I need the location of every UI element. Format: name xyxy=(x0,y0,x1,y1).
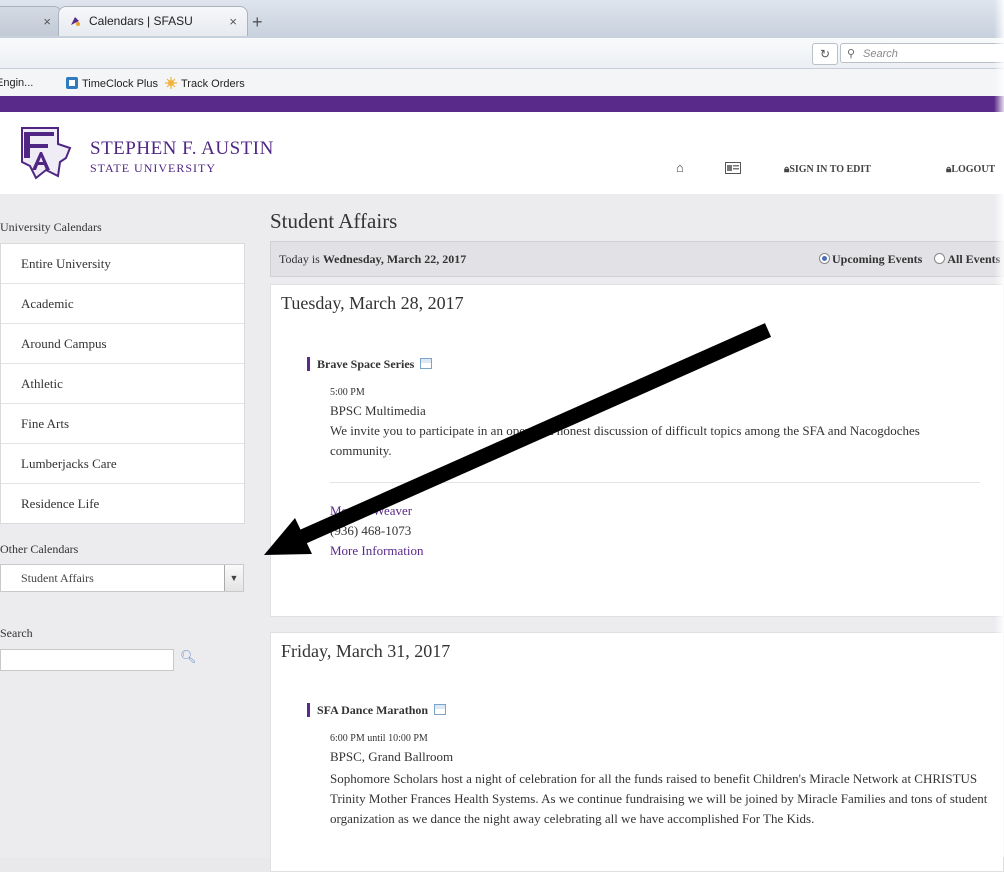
event-title-link[interactable]: Brave Space Series xyxy=(306,357,433,372)
sidebar-item-lumberjacks-care[interactable]: Lumberjacks Care xyxy=(1,444,244,484)
today-bar: Today is Wednesday, March 22, 2017 Upcom… xyxy=(270,241,1004,277)
filter-all-option[interactable]: All Events xyxy=(934,252,1000,266)
active-tab[interactable]: Calendars | SFASU × xyxy=(58,6,248,36)
more-information-link[interactable]: More Information xyxy=(330,543,424,559)
close-tab-icon[interactable]: × xyxy=(43,14,51,29)
event-title: Brave Space Series xyxy=(317,357,415,371)
event-filter: Upcoming Events All Events xyxy=(819,242,1000,276)
divider xyxy=(330,482,980,483)
event-description: We invite you to participate in an open … xyxy=(330,423,920,458)
other-calendars-heading: Other Calendars xyxy=(0,542,79,556)
event-date-heading: Tuesday, March 28, 2017 xyxy=(281,293,464,313)
event-date-heading: Friday, March 31, 2017 xyxy=(281,641,451,661)
main-content: Student Affairs Today is Wednesday, Marc… xyxy=(262,194,1004,872)
bookmark-label: TimeClock Plus xyxy=(82,78,158,90)
sidebar-item-around-campus[interactable]: Around Campus xyxy=(1,324,244,364)
filter-upcoming-option[interactable]: Upcoming Events xyxy=(819,252,922,266)
university-wordmark[interactable]: STEPHEN F. AUSTIN STATE UNIVERSITY xyxy=(90,138,274,176)
home-icon[interactable]: ⌂ xyxy=(676,160,684,176)
sidebar-item-fine-arts[interactable]: Fine Arts xyxy=(1,404,244,444)
star-burst-icon xyxy=(165,77,177,89)
event-day-card: Friday, March 31, 2017 SFA Dance Maratho… xyxy=(270,632,1004,872)
site-purple-bar xyxy=(0,96,1004,112)
event-contact-link[interactable]: Monica Weaver xyxy=(330,503,412,519)
reload-icon: ↻ xyxy=(819,47,831,61)
reload-button[interactable]: ↻ xyxy=(812,43,838,65)
bookmark-label: Engin... xyxy=(0,77,34,89)
sidebar-item-residence-life[interactable]: Residence Life xyxy=(1,484,244,523)
filter-upcoming-label: Upcoming Events xyxy=(832,252,923,266)
browser-search-input[interactable]: ⚲ Search xyxy=(840,43,1004,63)
bookmark-track-orders[interactable]: Track Orders xyxy=(165,77,245,90)
event-time: 5:00 PM xyxy=(330,387,365,398)
filter-all-label: All Events xyxy=(947,252,1001,266)
timeclock-icon xyxy=(66,77,78,89)
radio-selected-icon[interactable] xyxy=(819,253,830,264)
event-description: Sophomore Scholars host a night of celeb… xyxy=(330,771,988,826)
sfa-favicon-icon xyxy=(71,17,80,26)
calendar-search-input[interactable] xyxy=(0,649,174,671)
browser-nav-bar: ↻ ⚲ Search xyxy=(0,38,1004,69)
page-title: Student Affairs xyxy=(270,209,398,233)
add-to-calendar-icon[interactable] xyxy=(434,704,447,715)
sidebar-item-entire-university[interactable]: Entire University xyxy=(1,244,244,284)
university-name-line1: STEPHEN F. AUSTIN xyxy=(90,138,274,159)
today-prefix: Today is xyxy=(279,252,320,266)
sfa-logo-icon[interactable] xyxy=(14,122,76,182)
bookmark-timeclock-plus[interactable]: TimeClock Plus xyxy=(66,77,158,90)
sidebar-item-athletic[interactable]: Athletic xyxy=(1,364,244,404)
sign-in-to-edit-link[interactable]: 🔒︎SIGN IN TO EDIT xyxy=(784,164,871,175)
other-calendars-select[interactable]: Student Affairs ▼ xyxy=(0,564,244,592)
search-heading: Search xyxy=(0,626,33,640)
calendar-list: Entire University Academic Around Campus… xyxy=(0,243,245,524)
select-value: Student Affairs xyxy=(21,571,94,585)
previous-tab[interactable]: × xyxy=(0,6,62,36)
sign-in-label: SIGN IN TO EDIT xyxy=(789,164,871,175)
event-location: BPSC, Grand Ballroom xyxy=(330,749,454,764)
tab-title: Calendars | SFASU xyxy=(89,14,193,28)
today-date: Wednesday, March 22, 2017 xyxy=(322,252,467,266)
browser-tab-strip: × Calendars | SFASU × + xyxy=(0,0,1004,38)
sidebar: University Calendars Entire University A… xyxy=(0,194,262,857)
site-header: STEPHEN F. AUSTIN STATE UNIVERSITY ⌂ 🔒︎S… xyxy=(0,112,1004,195)
event-location: BPSC Multimedia xyxy=(330,403,426,418)
search-placeholder: Search xyxy=(863,48,898,60)
sidebar-item-academic[interactable]: Academic xyxy=(1,284,244,324)
bookmark-label: Track Orders xyxy=(181,78,245,90)
event-title-link[interactable]: SFA Dance Marathon xyxy=(306,703,447,718)
logout-label: LOGOUT xyxy=(951,164,996,175)
calendar-id-icon[interactable] xyxy=(725,162,741,177)
bookmark-engine[interactable]: Engin... xyxy=(0,77,33,89)
event-phone: (936) 468-1073 xyxy=(330,523,412,538)
university-name-line2: STATE UNIVERSITY xyxy=(90,161,217,175)
search-icon[interactable]: 🔍︎ xyxy=(180,649,197,665)
event-day-card: Tuesday, March 28, 2017 Brave Space Seri… xyxy=(270,284,1004,617)
add-to-calendar-icon[interactable] xyxy=(420,358,433,369)
logout-link[interactable]: 🔒︎LOGOUT xyxy=(946,164,995,175)
radio-icon[interactable] xyxy=(934,253,946,264)
today-label: Today is Wednesday, March 22, 2017 xyxy=(279,242,466,276)
event-title: SFA Dance Marathon xyxy=(317,703,429,717)
university-calendars-heading: University Calendars xyxy=(0,220,102,234)
search-icon: ⚲ xyxy=(847,48,856,60)
new-tab-button[interactable]: + xyxy=(252,12,263,33)
close-tab-icon[interactable]: × xyxy=(229,14,237,29)
event-time: 6:00 PM until 10:00 PM xyxy=(330,733,428,744)
chevron-down-icon[interactable]: ▼ xyxy=(224,565,243,591)
